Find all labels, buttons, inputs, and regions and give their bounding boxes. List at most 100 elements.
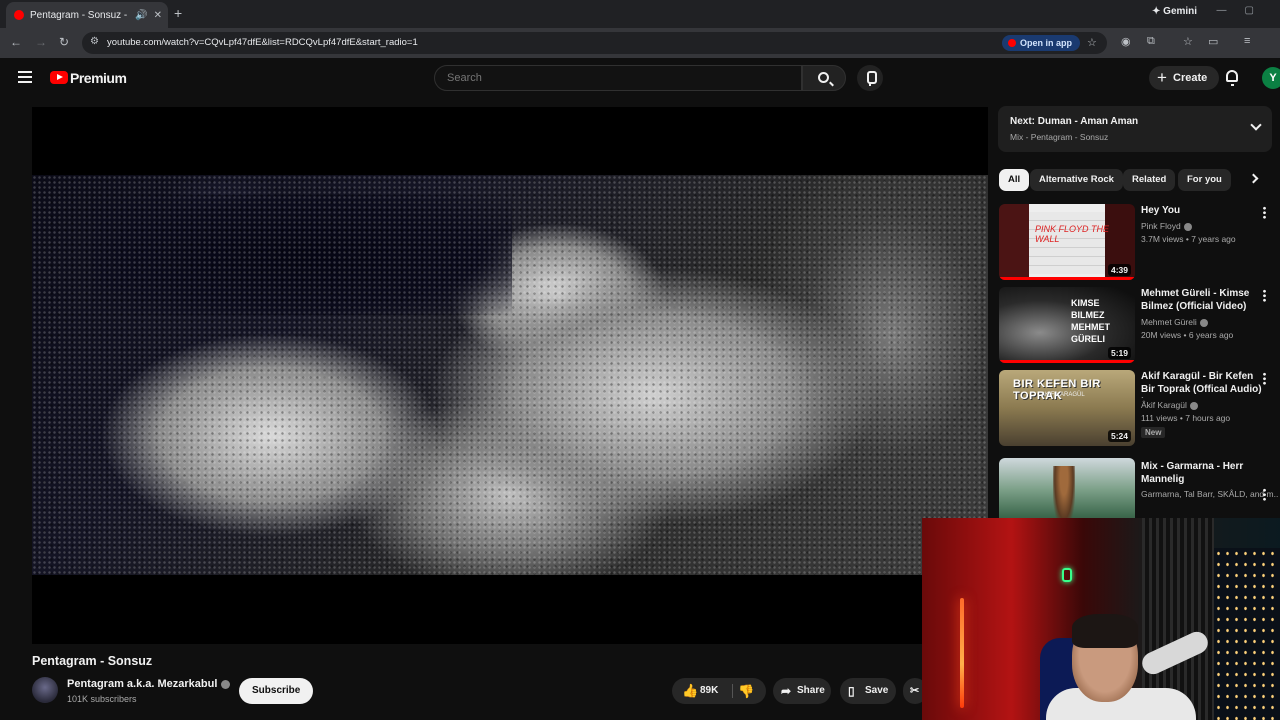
voice-search-icon[interactable]	[857, 65, 883, 91]
browser-toolbar: ← → ↻ ⚙ youtube.com/watch?v=CQvLpf47dfE&…	[0, 28, 1280, 58]
thumbnail-text: PINK FLOYD THE WALL	[1035, 224, 1110, 244]
save-button[interactable]: ▯ Save	[840, 678, 896, 704]
media-icon[interactable]: ≡	[1244, 35, 1250, 47]
youtube-header: Premium Create Y	[0, 58, 1280, 100]
subscriber-count: 101K subscribers	[67, 694, 137, 704]
video-thumbnail[interactable]: PINK FLOYD THE WALL 4:39	[999, 204, 1135, 280]
like-icon[interactable]: 👍	[682, 678, 698, 704]
address-bar[interactable]: ⚙ youtube.com/watch?v=CQvLpf47dfE&list=R…	[82, 32, 1107, 54]
verified-check-icon	[1199, 318, 1208, 327]
subscribe-button[interactable]: Subscribe	[239, 678, 314, 704]
video-thumbnail[interactable]: BIR KEFEN BIR TOPRAK AKIF KARAGÜL 5:24	[999, 370, 1135, 446]
microphone-icon	[1062, 568, 1072, 582]
city-lights	[1214, 548, 1280, 720]
scissors-icon: ✂	[910, 685, 920, 697]
gemini-button[interactable]: ✦ Gemini	[1152, 6, 1197, 17]
video-player[interactable]	[32, 107, 988, 644]
channel-name-link[interactable]: Pentagram a.k.a. Mezarkabul	[67, 678, 231, 690]
verified-check-icon	[1183, 222, 1192, 231]
chip-for-you[interactable]: For you	[1178, 169, 1231, 191]
more-options-icon[interactable]	[1263, 372, 1266, 385]
dislike-icon[interactable]: 👍	[738, 678, 754, 704]
bookmark-star-icon[interactable]: ☆	[1087, 36, 1097, 49]
logo-text[interactable]: Premium	[70, 70, 127, 86]
browser-tab-bar: Pentagram - Sonsuz - YouT 🔊 ✕ + ✦ Gemini…	[0, 0, 1280, 28]
up-next-panel[interactable]: Next: Duman - Aman Aman Mix - Pentagram …	[998, 106, 1272, 152]
duration-badge: 5:24	[1107, 430, 1131, 442]
rec-channel-name: Âkif Karagül	[1141, 400, 1187, 410]
share-button[interactable]: ➦ Share	[773, 678, 831, 704]
rec-meta: 20M views • 6 years ago	[1141, 330, 1234, 340]
create-button[interactable]: Create	[1149, 66, 1220, 90]
thumbnail-text: KIMSE BILMEZ MEHMET GÜRELI	[1071, 298, 1110, 344]
puzzle-icon[interactable]: ⧉	[1147, 35, 1155, 48]
thumbnail-subtext: AKIF KARAGÜL	[1041, 392, 1085, 398]
channel-avatar[interactable]	[32, 677, 58, 703]
speaker-icon[interactable]: 🔊	[135, 10, 147, 21]
video-frame	[32, 175, 988, 575]
verified-check-icon	[1189, 401, 1198, 410]
forward-icon[interactable]: →	[35, 35, 47, 49]
duration-badge: 5:19	[1107, 347, 1131, 359]
video-title: Pentagram - Sonsuz	[32, 654, 153, 668]
up-next-subtitle: Mix - Pentagram - Sonsuz	[1010, 132, 1109, 142]
webcam-overlay	[922, 518, 1280, 720]
menu-icon[interactable]	[18, 71, 32, 83]
watch-progress-bar	[999, 277, 1135, 280]
rec-channel-name: Mehmet Güreli	[1141, 317, 1197, 327]
rec-title[interactable]: Hey You	[1141, 204, 1263, 217]
extension-icon[interactable]: ◉	[1121, 35, 1131, 48]
search-box[interactable]	[434, 65, 802, 91]
notifications-icon[interactable]	[1226, 70, 1238, 86]
duration-badge: 4:39	[1107, 264, 1131, 276]
rec-meta: 111 views • 7 hours ago	[1141, 413, 1231, 423]
back-icon[interactable]: ←	[10, 35, 22, 49]
rec-channel-name: Pink Floyd	[1141, 221, 1181, 231]
more-options-icon[interactable]	[1263, 289, 1266, 302]
new-tab-icon[interactable]: +	[174, 5, 182, 21]
chevron-right-icon[interactable]	[1248, 173, 1259, 184]
more-options-icon[interactable]	[1263, 206, 1266, 219]
chip-all[interactable]: All	[999, 169, 1030, 191]
rec-title[interactable]: Akif Karagül - Bir Kefen Bir Toprak (Off…	[1141, 370, 1263, 398]
chevron-down-icon[interactable]	[1250, 119, 1262, 131]
close-tab-icon[interactable]: ✕	[154, 10, 162, 21]
new-badge: New	[1141, 427, 1166, 438]
list-item[interactable]: PINK FLOYD THE WALL 4:39 Hey You Pink Fl…	[999, 204, 1280, 282]
rec-meta: 3.7M views • 7 years ago	[1141, 234, 1236, 244]
search-input[interactable]	[447, 72, 777, 84]
rec-title[interactable]: Mix - Garmarna - Herr Mannelig	[1141, 460, 1263, 486]
frame-grain	[32, 175, 988, 575]
search-button[interactable]	[802, 65, 846, 91]
video-thumbnail[interactable]: KIMSE BILMEZ MEHMET GÜRELI 5:19	[999, 287, 1135, 363]
reload-icon[interactable]: ↻	[59, 35, 69, 49]
save-label: Save	[865, 685, 889, 696]
chip-alternative-rock[interactable]: Alternative Rock	[1030, 169, 1123, 191]
watch-progress-bar	[999, 360, 1135, 363]
verified-check-icon	[221, 679, 231, 689]
youtube-favicon-icon	[14, 10, 24, 20]
window-controls[interactable]: —▢	[1217, 5, 1272, 16]
rec-channel: Âkif Karagül	[1141, 400, 1198, 410]
thumbnail-text: BIR KEFEN BIR TOPRAK	[1013, 378, 1101, 402]
share-icon: ➦	[781, 684, 792, 698]
rec-channel: Pink Floyd	[1141, 221, 1192, 231]
like-count[interactable]: 89K	[700, 678, 718, 704]
sidepanel-icon[interactable]: ▭	[1208, 35, 1218, 48]
bookmarks-icon[interactable]: ☆	[1183, 35, 1193, 48]
led-lamp	[960, 598, 964, 708]
list-item[interactable]: BIR KEFEN BIR TOPRAK AKIF KARAGÜL 5:24 A…	[999, 370, 1280, 448]
list-item[interactable]: KIMSE BILMEZ MEHMET GÜRELI 5:19 Mehmet G…	[999, 287, 1280, 365]
youtube-logo-icon[interactable]	[50, 71, 68, 84]
chip-related[interactable]: Related	[1123, 169, 1176, 191]
person-hair	[1072, 614, 1138, 648]
more-options-icon[interactable]	[1263, 488, 1266, 501]
open-in-app-button[interactable]: Open in app	[1002, 35, 1081, 51]
browser-tab[interactable]: Pentagram - Sonsuz - YouT 🔊 ✕	[6, 2, 168, 28]
channel-name: Pentagram a.k.a. Mezarkabul	[67, 678, 218, 690]
rec-title[interactable]: Mehmet Güreli - Kimse Bilmez (Official V…	[1141, 287, 1263, 313]
avatar[interactable]: Y	[1262, 67, 1280, 89]
filter-chips: All Alternative Rock Related For you	[998, 169, 1280, 191]
site-info-icon[interactable]: ⚙	[90, 36, 99, 47]
url-text[interactable]: youtube.com/watch?v=CQvLpf47dfE&list=RDC…	[107, 37, 418, 48]
